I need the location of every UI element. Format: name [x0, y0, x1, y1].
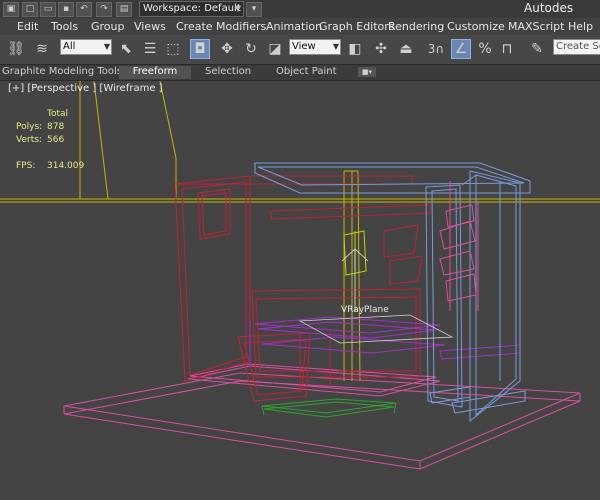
select-manipulate-icon[interactable]: ✣	[371, 39, 391, 59]
named-selection-input[interactable]: Create Selec	[553, 39, 600, 55]
open-file-icon[interactable]: ▭	[40, 2, 56, 17]
ribbon-title[interactable]: Graphite Modeling Tools	[2, 66, 122, 77]
verts-label: Verts:	[16, 135, 42, 145]
menu-customize[interactable]: Customize	[447, 20, 505, 33]
menu-tools[interactable]: Tools	[51, 20, 78, 33]
app-logo-icon[interactable]: ▣	[3, 2, 19, 17]
menu-views[interactable]: Views	[134, 20, 166, 33]
percent-snap-icon[interactable]: %	[475, 39, 495, 59]
chevron-down-icon: ▼	[103, 42, 110, 51]
workspace-menu-icon[interactable]: ▾	[246, 2, 262, 17]
pivot-center-icon[interactable]: ◧	[345, 39, 365, 59]
project-folder-icon[interactable]: ▤	[116, 2, 132, 17]
fps-label: FPS:	[16, 161, 36, 171]
tab-freeform[interactable]: Freeform	[119, 66, 191, 79]
redo-icon[interactable]: ↷	[96, 2, 112, 17]
menu-group[interactable]: Group	[91, 20, 125, 33]
menu-modifiers[interactable]: Modifiers	[216, 20, 266, 33]
menu-edit[interactable]: Edit	[17, 20, 38, 33]
vray-plane-label[interactable]: VRayPlane	[341, 305, 389, 315]
ribbon-bar: Graphite Modeling Tools Freeform Selecti…	[0, 65, 600, 81]
named-selection-placeholder: Create Selec	[556, 41, 600, 52]
angle-snap-icon[interactable]: ∠	[451, 39, 471, 59]
stats-header: Total	[47, 109, 69, 119]
verts-value: 566	[47, 135, 65, 145]
select-object-icon[interactable]: ⬉	[116, 39, 136, 59]
viewport-statistics: Total Polys: 878 Verts: 566 FPS: 314.009	[16, 108, 86, 173]
move-icon[interactable]: ✥	[217, 39, 237, 59]
menu-animation[interactable]: Animation	[266, 20, 322, 33]
fps-value: 314.009	[47, 161, 85, 171]
tab-freeform-label: Freeform	[132, 66, 178, 77]
bind-space-warp-icon[interactable]: ≋	[32, 39, 52, 59]
rotate-icon[interactable]: ↻	[241, 39, 261, 59]
rectangular-selection-icon[interactable]: ⬚	[163, 39, 183, 59]
chevron-down-icon: ▼	[332, 42, 339, 51]
wireframe-scene	[0, 81, 600, 470]
green-box	[261, 398, 397, 418]
viewport-label[interactable]: [+] [Perspective ] [Wireframe ]	[8, 83, 163, 94]
polys-label: Polys:	[16, 122, 43, 132]
reference-coordinate-value: View	[292, 41, 316, 52]
pink-shelf-items	[439, 181, 479, 311]
menu-rendering[interactable]: Rendering	[388, 20, 444, 33]
scale-icon[interactable]: ◪	[265, 39, 285, 59]
menu-maxscript[interactable]: MAXScript	[508, 20, 564, 33]
menu-graph-editors[interactable]: Graph Editors	[319, 20, 395, 33]
workspace-dropdown[interactable]: Workspace: Default ▼	[139, 1, 244, 17]
tab-selection[interactable]: Selection	[205, 66, 251, 77]
snap-toggle-icon[interactable]: 3∩	[426, 39, 446, 59]
undo-icon[interactable]: ↶	[76, 2, 92, 17]
save-icon[interactable]: ▪	[58, 2, 74, 17]
red-cabinet	[174, 175, 431, 402]
purple-shelves	[249, 316, 521, 366]
spinner-snap-icon[interactable]: ⊓	[497, 39, 517, 59]
ribbon-options-icon[interactable]: ■▾	[358, 67, 376, 77]
workspace-label: Workspace: Default	[143, 3, 241, 14]
tab-object-paint[interactable]: Object Paint	[276, 66, 337, 77]
main-toolbar: ⛓ ≋ All ▼ ⬉ ☰ ⬚ ◘ ✥ ↻ ◪ View ▼ ◧ ✣ ⏏ 3∩ …	[0, 35, 600, 65]
chevron-down-icon: ▼	[234, 4, 241, 13]
selection-filter-dropdown[interactable]: All ▼	[60, 39, 112, 55]
menu-help[interactable]: Help	[568, 20, 593, 33]
menu-bar: Edit Tools Group Views Create Modifiers …	[0, 18, 600, 36]
edit-named-selection-icon[interactable]: ✎	[527, 39, 547, 59]
perspective-viewport[interactable]: [+] [Perspective ] [Wireframe ] Total Po…	[0, 81, 600, 500]
title-bar: ▣ □ ▭ ▪ ↶ ↷ ▤ Workspace: Default ▼ ▾ Aut…	[0, 0, 600, 19]
snap-value: 3	[427, 42, 436, 56]
selection-filter-value: All	[63, 41, 76, 52]
select-by-name-icon[interactable]: ☰	[140, 39, 160, 59]
new-file-icon[interactable]: □	[22, 2, 38, 17]
app-title: Autodes	[524, 1, 574, 15]
keyboard-shortcut-override-icon[interactable]: ⏏	[396, 39, 416, 59]
window-crossing-icon[interactable]: ◘	[190, 39, 210, 59]
link-icon[interactable]: ⛓	[6, 39, 26, 59]
reference-coordinate-dropdown[interactable]: View ▼	[289, 39, 341, 55]
menu-create[interactable]: Create	[176, 20, 213, 33]
polys-value: 878	[47, 122, 65, 132]
